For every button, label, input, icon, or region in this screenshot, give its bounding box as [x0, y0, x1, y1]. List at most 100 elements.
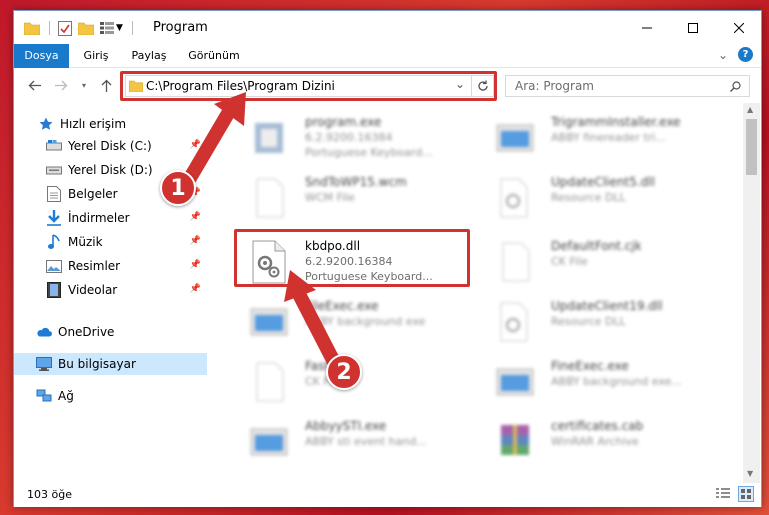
callout-step-1: 1 [160, 170, 196, 206]
pin-icon[interactable]: 📌 [190, 260, 201, 270]
nav-quick-access[interactable]: Hızlı erişim [14, 113, 207, 135]
navigation-bar: ▾ C:\Program Files\Program Dizini ⌄ Ara:… [14, 69, 761, 102]
help-icon[interactable]: ? [738, 47, 753, 62]
file-icon [256, 362, 284, 402]
file-name: TrigrammInstaller.exe [551, 115, 681, 129]
nav-item-videos[interactable]: Videolar 📌 [14, 279, 207, 301]
ribbon-tabs: Dosya Giriş Paylaş Görünüm ⌄ ? [14, 44, 761, 68]
tab-file[interactable]: Dosya [14, 44, 69, 68]
file-type: Resource DLL [551, 315, 626, 328]
nav-this-pc[interactable]: Bu bilgisayar [14, 353, 207, 375]
nav-network-label: Ağ [58, 389, 74, 403]
network-icon [36, 388, 52, 404]
dll-gear-icon [500, 178, 528, 218]
search-box[interactable]: Ara: Program [505, 75, 750, 97]
forward-button[interactable] [51, 75, 71, 95]
address-highlight-box [120, 71, 497, 101]
file-tile-fileexec[interactable]: FileExec.exe ABBY background exe [233, 293, 473, 351]
file-description: Portuguese Keyboard... [305, 146, 433, 159]
nav-this-pc-label: Bu bilgisayar [58, 357, 136, 371]
file-name: certificates.cab [551, 419, 644, 433]
file-type: CK File [551, 255, 588, 268]
view-options-icon[interactable] [100, 22, 114, 34]
file-type: Resource DLL [551, 191, 626, 204]
file-type: ABBY background exe [305, 315, 426, 328]
nav-network[interactable]: Ağ [14, 385, 207, 407]
file-tile-abbyysti[interactable]: AbbyySTI.exe ABBY sti event hand... [233, 413, 473, 471]
file-name: SndToWP15.wcm [305, 175, 407, 189]
file-tile-updateclient19[interactable]: UpdateClient19.dll Resource DLL [479, 293, 719, 351]
file-tile-trigramminstaller[interactable]: TrigrammInstaller.exe ABBY finereader tr… [479, 109, 719, 167]
nav-quick-access-label: Hızlı erişim [60, 117, 127, 131]
close-button[interactable] [716, 11, 762, 44]
app-window-icon [250, 308, 288, 336]
item-count: 103 öğe [27, 488, 72, 501]
app-window-icon [250, 428, 288, 456]
search-input[interactable]: Ara: Program [515, 79, 594, 93]
properties-icon[interactable] [58, 20, 72, 36]
nav-item-label: Müzik [68, 235, 103, 249]
computer-icon [36, 356, 52, 372]
file-icon [502, 242, 530, 282]
downloads-icon [46, 210, 62, 226]
pin-icon[interactable]: 📌 [190, 140, 201, 150]
file-tile-updateclient5[interactable]: UpdateClient5.dll Resource DLL [479, 169, 719, 227]
nav-item-drive-c[interactable]: Yerel Disk (C:) 📌 [14, 135, 207, 157]
recent-locations-icon[interactable]: ▾ [74, 75, 94, 95]
tab-share[interactable]: Paylaş [124, 44, 174, 68]
qat-dropdown-icon[interactable]: ▼ [116, 23, 123, 33]
file-tile-program-exe[interactable]: program.exe 6.2.9200.16384 Portuguese Ke… [233, 109, 473, 167]
minimize-button[interactable] [624, 11, 670, 44]
documents-icon [46, 186, 62, 202]
pin-icon[interactable]: 📌 [190, 284, 201, 294]
file-tile-certificates[interactable]: certificates.cab WinRAR Archive [479, 413, 719, 471]
nav-item-downloads[interactable]: İndirmeler 📌 [14, 207, 207, 229]
app-window-icon [496, 124, 534, 152]
drive-icon [46, 162, 62, 178]
nav-item-label: Belgeler [68, 187, 118, 201]
pin-icon[interactable]: 📌 [190, 164, 201, 174]
drive-icon [46, 138, 62, 154]
file-type: ABBY finereader tri... [551, 131, 666, 144]
dll-gear-icon [500, 302, 528, 342]
nav-onedrive[interactable]: OneDrive [14, 321, 207, 343]
vertical-scrollbar[interactable]: ▲ ▼ [743, 103, 760, 483]
scroll-up-icon[interactable]: ▲ [747, 105, 753, 114]
maximize-icon [688, 22, 698, 33]
new-folder-icon[interactable] [78, 21, 94, 35]
quick-access-toolbar: ▼ [24, 19, 137, 37]
up-button[interactable] [96, 75, 116, 95]
tab-view[interactable]: Görünüm [184, 44, 244, 68]
maximize-button[interactable] [670, 11, 716, 44]
window-title: Program [153, 20, 208, 35]
file-icon [256, 178, 284, 218]
file-name: UpdateClient5.dll [551, 175, 655, 189]
scroll-down-icon[interactable]: ▼ [747, 469, 753, 478]
large-icons-view-icon[interactable] [738, 486, 754, 502]
file-tile-fineexec[interactable]: FineExec.exe ABBY background exe... [479, 353, 719, 411]
ribbon-expand-icon[interactable]: ⌄ [718, 48, 728, 62]
archive-icon [501, 425, 529, 455]
pin-icon[interactable]: 📌 [190, 212, 201, 222]
nav-onedrive-label: OneDrive [58, 325, 115, 339]
file-type: WCM File [305, 191, 355, 204]
file-type: ABBY background exe... [551, 375, 682, 388]
app-window-icon [496, 368, 534, 396]
folder-icon[interactable] [24, 21, 40, 35]
back-button[interactable] [24, 75, 44, 95]
file-tile-sndtowp15[interactable]: SndToWP15.wcm WCM File [233, 169, 473, 227]
file-highlight-box [234, 229, 470, 287]
file-tile-defaultfont[interactable]: DefaultFont.cjk CK File [479, 233, 719, 291]
star-icon [38, 116, 54, 132]
details-view-icon[interactable] [716, 487, 730, 504]
file-name: FineExec.exe [551, 359, 629, 373]
nav-item-pictures[interactable]: Resimler 📌 [14, 255, 207, 277]
nav-item-label: İndirmeler [68, 211, 130, 225]
pin-icon[interactable]: 📌 [190, 236, 201, 246]
nav-item-music[interactable]: Müzik 📌 [14, 231, 207, 253]
scrollbar-thumb[interactable] [746, 119, 757, 175]
file-type: ABBY sti event hand... [305, 435, 427, 448]
file-name: FileExec.exe [305, 299, 379, 313]
tab-home[interactable]: Giriş [76, 44, 116, 68]
nav-item-label: Yerel Disk (D:) [68, 163, 153, 177]
